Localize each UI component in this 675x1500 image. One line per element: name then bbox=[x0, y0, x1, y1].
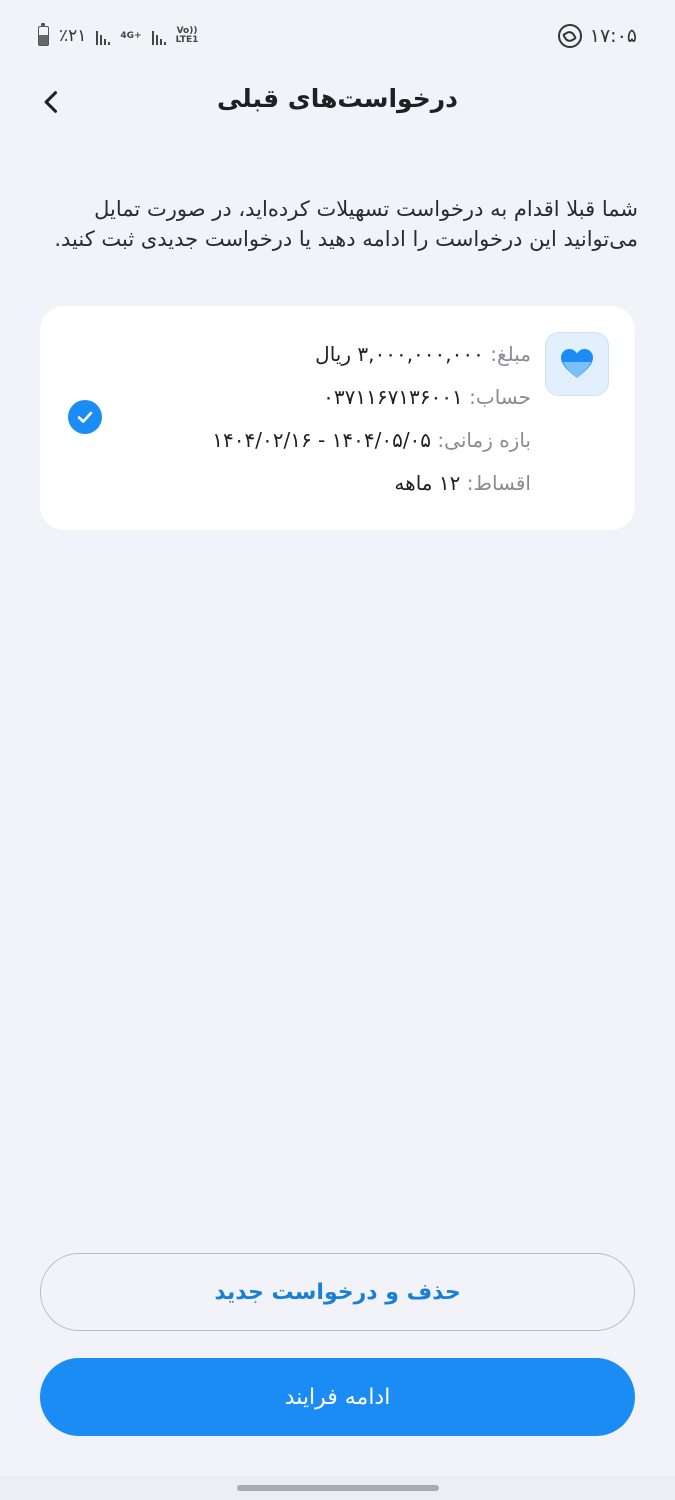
status-bar: ٪۲۱ 4G+ Vo)) LTE1 ۱۷:۰۵ bbox=[0, 0, 675, 70]
volte-bottom: LTE1 bbox=[175, 35, 199, 45]
account-value: ۰۳۷۱۱۶۷۱۳۶۰۰۱ bbox=[323, 385, 463, 409]
account-row: حساب: ۰۳۷۱۱۶۷۱۳۶۰۰۱ bbox=[111, 377, 531, 420]
battery-percent: ٪۲۱ bbox=[59, 26, 87, 46]
installments-row: اقساط: ۱۲ ماهه bbox=[111, 463, 531, 506]
period-label: بازه زمانی: bbox=[437, 428, 531, 452]
description-text: شما قبلا اقدام به درخواست تسهیلات کرده‌ا… bbox=[54, 197, 638, 251]
check-circle-icon[interactable] bbox=[68, 400, 102, 434]
status-indicators: ٪۲۱ 4G+ Vo)) LTE1 bbox=[38, 22, 198, 50]
heart-icon bbox=[545, 332, 609, 396]
installments-value: ۱۲ ماهه bbox=[394, 471, 461, 495]
previous-request-card[interactable]: مبلغ: ۳,۰۰۰,۰۰۰,۰۰۰ ریال حساب: ۰۳۷۱۱۶۷۱۳… bbox=[40, 306, 635, 530]
amount-label: مبلغ: bbox=[490, 342, 531, 366]
volte-label: Vo)) LTE1 bbox=[176, 27, 199, 45]
signal-icon-2 bbox=[151, 27, 166, 45]
period-row: بازه زمانی: ۱۴۰۴/۰۵/۰۵ - ۱۴۰۴/۰۲/۱۶ bbox=[111, 420, 531, 463]
status-time-area: ۱۷:۰۵ bbox=[557, 22, 637, 50]
heart-icon-graphic bbox=[561, 349, 593, 378]
installments-label: اقساط: bbox=[466, 471, 531, 495]
period-value: ۱۴۰۴/۰۵/۰۵ - ۱۴۰۴/۰۲/۱۶ bbox=[212, 428, 432, 452]
page-title: درخواست‌های قبلی bbox=[217, 84, 458, 113]
account-label: حساب: bbox=[469, 385, 531, 409]
continue-process-button[interactable]: ادامه فرایند bbox=[40, 1358, 635, 1436]
navigation-bar bbox=[0, 1476, 675, 1500]
signal-icon bbox=[96, 27, 111, 45]
checkmark-icon bbox=[77, 411, 93, 423]
screen: ٪۲۱ 4G+ Vo)) LTE1 ۱۷:۰۵ درخواست‌های قبلی bbox=[0, 0, 675, 1500]
header: درخواست‌های قبلی bbox=[0, 70, 675, 134]
network-type-label: 4G+ bbox=[120, 30, 142, 41]
clock: ۱۷:۰۵ bbox=[589, 25, 637, 47]
whatsapp-icon bbox=[557, 24, 582, 48]
delete-and-new-request-button[interactable]: حذف و درخواست جدید bbox=[40, 1253, 635, 1331]
amount-row: مبلغ: ۳,۰۰۰,۰۰۰,۰۰۰ ریال bbox=[111, 334, 531, 377]
request-details: مبلغ: ۳,۰۰۰,۰۰۰,۰۰۰ ریال حساب: ۰۳۷۱۱۶۷۱۳… bbox=[111, 334, 531, 506]
battery-icon bbox=[38, 23, 49, 46]
amount-value: ۳,۰۰۰,۰۰۰,۰۰۰ ریال bbox=[315, 342, 484, 366]
home-indicator[interactable] bbox=[237, 1485, 439, 1491]
